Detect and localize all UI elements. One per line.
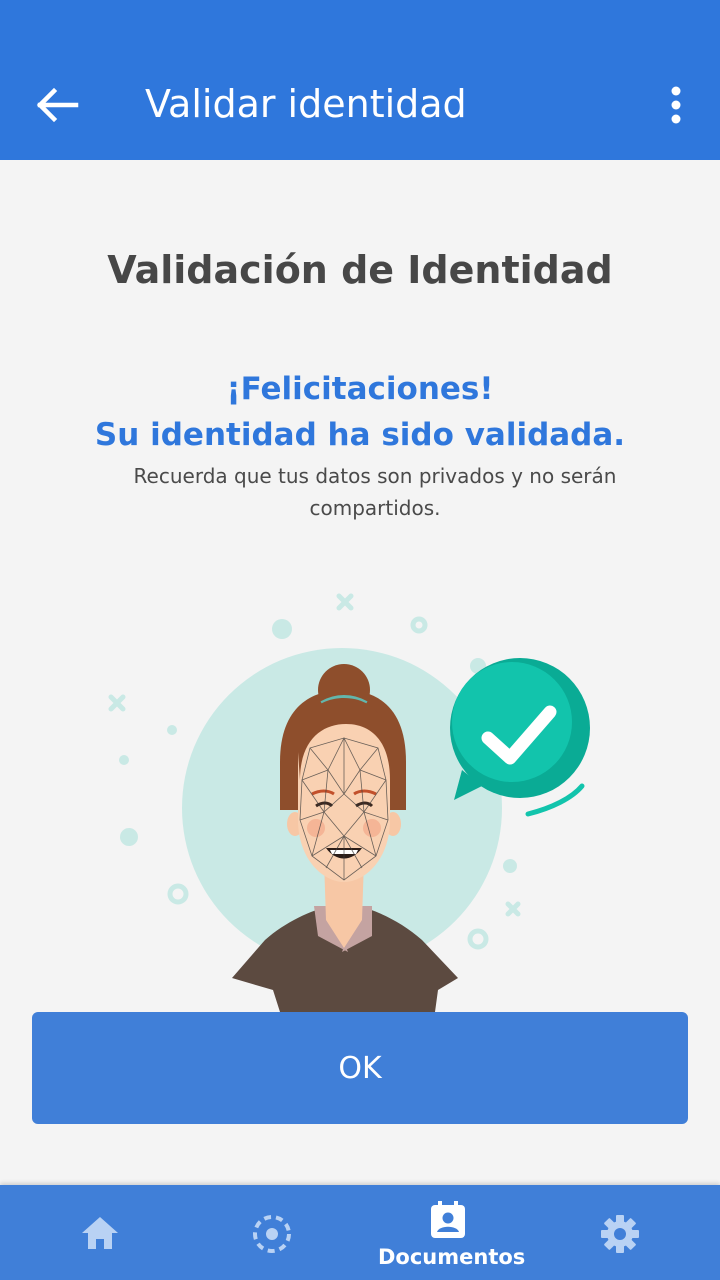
document-icon: [431, 1201, 465, 1238]
section-heading: Validación de Identidad: [107, 248, 613, 292]
privacy-note: Recuerda que tus datos son privados y no…: [133, 464, 617, 520]
more-vert-icon[interactable]: [660, 82, 692, 128]
success-line-2: Su identidad ha sido validada.: [94, 417, 626, 453]
check-badge-icon: [450, 658, 590, 817]
success-line-1: ¡Felicitaciones!: [226, 371, 494, 407]
settings-icon: [601, 1215, 639, 1253]
page-title: Validar identidad: [145, 82, 467, 126]
nav-label-documentos: Documentos: [378, 1245, 526, 1269]
scan-icon: [253, 1215, 291, 1253]
arrow-back-icon[interactable]: [30, 82, 82, 128]
identity-validated-illustration: [108, 593, 590, 1012]
nav-item-settings[interactable]: [550, 1185, 690, 1280]
success-message: ¡Felicitaciones! Su identidad ha sido va…: [0, 366, 720, 458]
nav-item-scan[interactable]: [202, 1185, 342, 1280]
nav-item-documentos[interactable]: Documentos: [378, 1185, 526, 1280]
ok-button[interactable]: OK: [32, 1012, 688, 1124]
nav-item-home[interactable]: [30, 1185, 170, 1280]
bottom-navigation: Documentos: [0, 1185, 720, 1280]
home-icon: [82, 1217, 118, 1249]
app-bar: Validar identidad: [0, 0, 720, 160]
